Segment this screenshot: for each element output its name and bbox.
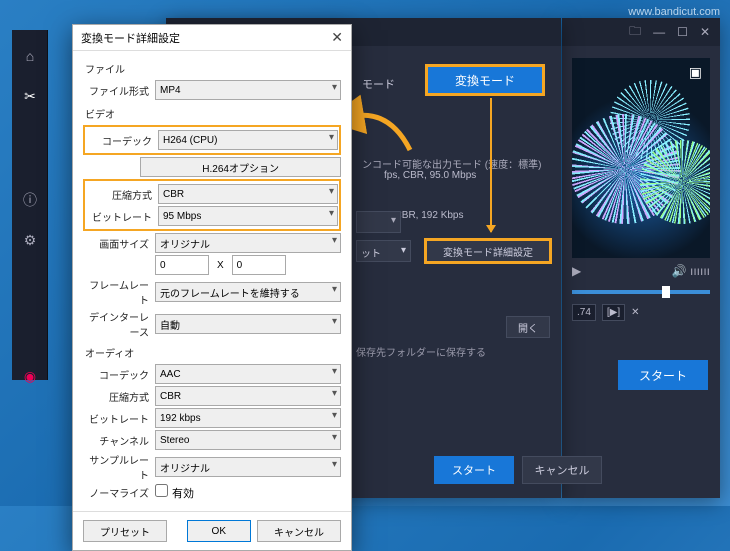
audio-codec-select[interactable] <box>155 364 341 384</box>
audio-channel-label: チャンネル <box>83 433 155 448</box>
ok-button[interactable]: OK <box>187 520 251 542</box>
video-size-label: 画面サイズ <box>83 236 155 251</box>
watermark-text: www.bandicut.com <box>628 6 720 18</box>
camera-icon[interactable]: ▣ <box>689 64 702 81</box>
section-video-label: ビデオ <box>85 106 341 121</box>
normalize-checkbox[interactable] <box>155 484 168 497</box>
play-icon[interactable]: ▶ <box>572 264 581 278</box>
size-x-label: X <box>217 260 224 271</box>
main-cancel-button[interactable]: キャンセル <box>522 456 602 484</box>
browse-button[interactable]: 開く <box>506 316 550 338</box>
audio-sample-select[interactable] <box>155 457 341 477</box>
save-folder-note: 保存先フォルダーに保存する <box>356 344 486 359</box>
detail-settings-button[interactable]: 変換モード詳細設定 <box>424 238 552 264</box>
main-dropdown-2[interactable]: ット▾ <box>356 240 411 262</box>
rail-gear-icon[interactable]: ⚙ <box>12 222 48 258</box>
audio-codec-label: コーデック <box>83 367 155 382</box>
minimize-icon[interactable]: — <box>653 25 665 39</box>
section-audio-label: オーディオ <box>85 345 341 360</box>
maximize-icon[interactable]: ☐ <box>677 25 688 39</box>
audio-bitrate-select[interactable] <box>155 408 341 428</box>
video-fps-select[interactable] <box>155 282 341 302</box>
time-display: .74 <box>572 304 596 321</box>
section-file-label: ファイル <box>85 61 341 76</box>
close-icon[interactable]: ✕ <box>700 25 710 39</box>
jump-button[interactable]: [▶] <box>602 304 625 321</box>
video-size-select[interactable] <box>155 233 341 253</box>
video-codec-select[interactable] <box>158 130 338 150</box>
audio-compress-select[interactable] <box>155 386 341 406</box>
audio-normalize-label: ノーマライズ <box>83 485 155 500</box>
rail-cut-icon[interactable]: ✂ <box>12 78 48 114</box>
video-compress-select[interactable] <box>158 184 338 204</box>
annotation-arrow-curve <box>350 110 412 158</box>
video-height-input[interactable] <box>232 255 286 275</box>
preview-video-frame: ▣ <box>572 58 710 258</box>
normalize-chk-label: 有効 <box>172 488 194 500</box>
video-bitrate-label: ビットレート <box>86 209 158 224</box>
video-deint-label: デインターレース <box>83 309 155 339</box>
video-spec-text: fps, CBR, 95.0 Mbps <box>384 170 476 181</box>
dd2-label: ット <box>361 249 381 260</box>
main-dropdown-1[interactable]: ▾ <box>356 211 401 233</box>
preview-panel: 🗀 — ☐ ✕ ▣ ▶ 🔊 ıııııı .74 [▶] ✕ スタート <box>562 18 720 498</box>
app-left-rail: ⌂ ✂ ⓘ ⚙ ◉ <box>12 30 48 380</box>
rail-info-icon[interactable]: ⓘ <box>12 182 48 218</box>
cancel-button[interactable]: キャンセル <box>257 520 341 542</box>
preview-start-button[interactable]: スタート <box>618 360 708 390</box>
dialog-title-text: 変換モード詳細設定 <box>81 30 180 46</box>
annotation-arrow-down <box>490 98 492 232</box>
file-format-select[interactable] <box>155 80 341 100</box>
video-compress-label: 圧縮方式 <box>86 187 158 202</box>
video-bitrate-select[interactable] <box>158 206 338 226</box>
preset-button[interactable]: プリセット <box>83 520 167 542</box>
tab-mode-label: モード <box>362 76 395 92</box>
dialog-close-icon[interactable]: ✕ <box>331 29 343 46</box>
file-format-label: ファイル形式 <box>83 83 155 98</box>
preview-window-controls: 🗀 — ☐ ✕ <box>562 18 720 46</box>
audio-sample-label: サンプルレート <box>83 452 155 482</box>
video-width-input[interactable] <box>155 255 209 275</box>
video-deint-select[interactable] <box>155 314 341 334</box>
audio-bitrate-label: ビットレート <box>83 411 155 426</box>
h264-options-button[interactable]: H.264オプション <box>140 157 341 177</box>
video-codec-label: コーデック <box>86 133 158 148</box>
volume-icon[interactable]: 🔊 ıııııı <box>672 264 710 278</box>
audio-compress-label: 圧縮方式 <box>83 389 155 404</box>
clear-time-icon[interactable]: ✕ <box>631 307 639 318</box>
mode-button[interactable]: 変換モード <box>425 64 545 96</box>
folder-icon[interactable]: 🗀 <box>629 22 641 43</box>
main-start-button[interactable]: スタート <box>434 456 514 484</box>
rail-record-icon[interactable]: ◉ <box>12 358 48 394</box>
audio-channel-select[interactable] <box>155 430 341 450</box>
rail-home-icon[interactable]: ⌂ <box>12 38 48 74</box>
video-fps-label: フレームレート <box>83 277 155 307</box>
convert-settings-dialog: 変換モード詳細設定 ✕ ファイル ファイル形式 ビデオ コーデック H.264オ… <box>72 24 352 551</box>
seek-slider[interactable] <box>572 290 710 294</box>
output-mode-desc: ンコード可能な出力モード (速度：標準) <box>362 156 541 171</box>
